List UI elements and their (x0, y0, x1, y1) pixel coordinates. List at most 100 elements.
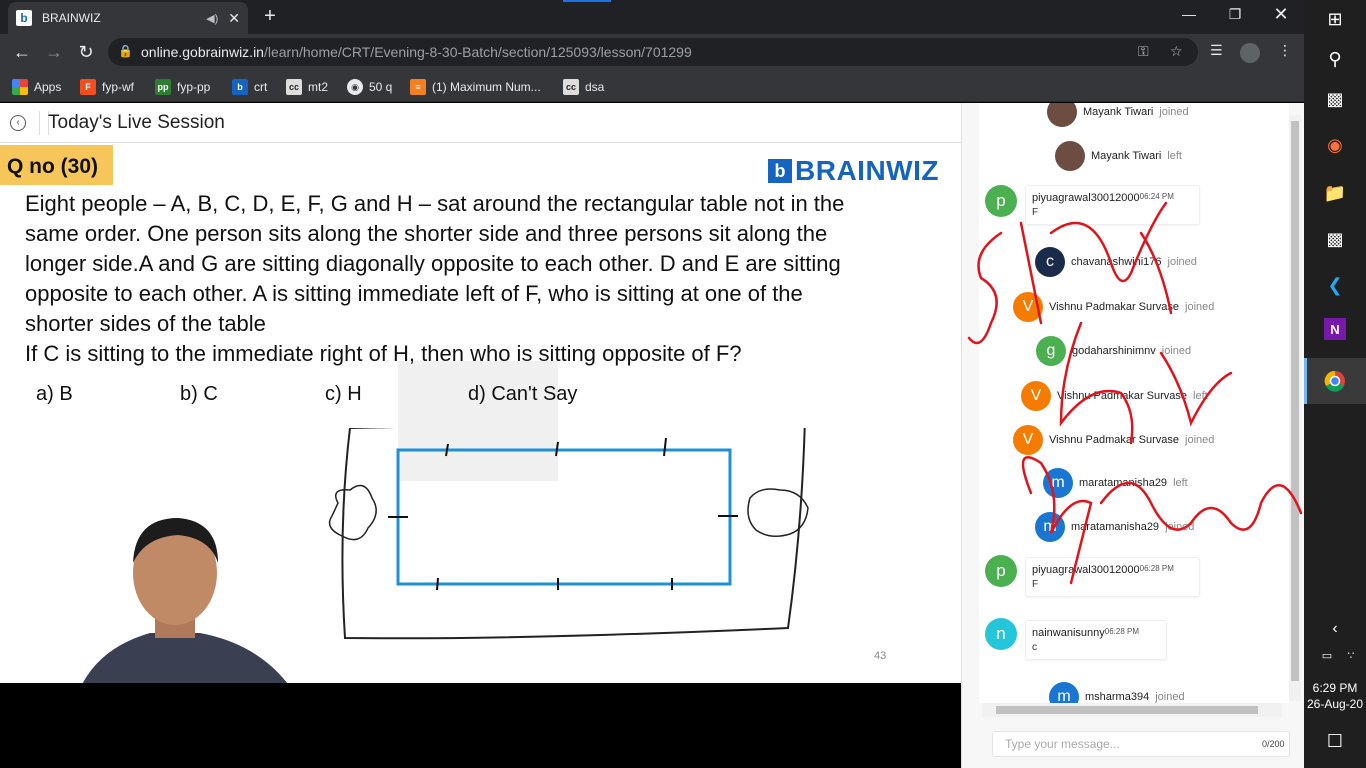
chat-event: V Vishnu Padmakar Survase left (1021, 381, 1208, 411)
outer-outline (341, 428, 806, 640)
close-window-button[interactable]: ✕ (1258, 0, 1304, 30)
chat-message: nainwanisunny06:28 PM c (1025, 620, 1167, 660)
bookmark-dsa[interactable]: cc dsa (563, 78, 604, 96)
system-clock[interactable]: 6:29 PM 26-Aug-20 (1304, 680, 1366, 712)
brainwiz-bookmark-icon: b (232, 79, 248, 95)
globe-icon: ◉ (347, 79, 363, 95)
profile-avatar[interactable] (1240, 43, 1260, 63)
key-icon[interactable]: ⚿ (1138, 43, 1149, 60)
chat-event: g godaharshinimnv joined (1036, 336, 1191, 366)
media-control-icon[interactable]: ☰ (1210, 42, 1223, 59)
tab-strip: b BRAINWIZ ◀) ✕ + — ❐ ✕ (0, 0, 1304, 34)
lecture-slide: Q no (30) b BRAINWIZ Eight people – A, B… (0, 143, 961, 683)
lock-icon: 🔒 (118, 44, 133, 58)
chat-event: V Vishnu Padmakar Survase joined (1013, 425, 1214, 455)
cc-icon: cc (286, 79, 302, 95)
maximize-button[interactable]: ❐ (1212, 0, 1258, 30)
user-avatar: n (985, 618, 1017, 650)
page-content: ‹ ​Today's Live Session Q no (30) b BRAI… (0, 103, 1304, 768)
bookmark-maximum-num[interactable]: ≡ (1) Maximum Num... (410, 78, 541, 96)
pp-icon: pp (155, 79, 171, 95)
question-line: shorter sides of the table (25, 311, 266, 336)
chat-event: m msharma394 joined (1049, 682, 1185, 703)
bookmark-apps[interactable]: Apps (12, 78, 61, 96)
user-avatar (1055, 141, 1085, 171)
chat-event: V Vishnu Padmakar Survase joined (1013, 292, 1214, 322)
chat-message: piyuagrawal3001200006:28 PM F (1025, 557, 1200, 597)
file-explorer-icon[interactable]: 📁 (1320, 178, 1350, 208)
seat-mark (436, 577, 439, 591)
user-avatar (1047, 103, 1077, 127)
option-c: c) H (325, 383, 362, 405)
chat-event: c chavanashwini176 joined (1035, 247, 1197, 277)
right-scribble (747, 488, 809, 537)
star-icon[interactable]: ☆ (1170, 43, 1183, 60)
menu-dots-icon[interactable]: ⋮ (1278, 42, 1292, 59)
browser-toolbar: ← → ↻ 🔒 online.gobrainwiz.in/learn/home/… (0, 34, 1304, 70)
seat-mark (663, 437, 667, 457)
bookmark-fyp-pp[interactable]: pp fyp-pp (155, 78, 210, 96)
onenote-icon[interactable]: N (1324, 318, 1346, 340)
firefox-icon[interactable]: ◉ (1320, 130, 1350, 160)
bookmarks-bar: Apps Ffyp-wf pp fyp-pp b crt cc mt2 ◉ 50 q ≡… (0, 70, 1304, 102)
vscode-icon[interactable]: ❮ (1320, 270, 1350, 300)
tab-audio-icon[interactable]: ◀) (206, 12, 218, 25)
question-ask: If C is sitting to the immediate right o… (25, 341, 742, 366)
left-scribble (328, 484, 377, 541)
brainwiz-logo-icon: b (768, 159, 792, 183)
chat-vertical-scrollbar[interactable] (1289, 115, 1301, 701)
option-b: b) C (180, 383, 218, 405)
scroll-thumb[interactable] (1291, 121, 1299, 681)
browser-tab[interactable]: b BRAINWIZ ◀) ✕ (8, 2, 248, 34)
tab-title: BRAINWIZ (42, 11, 101, 25)
presenter-video (82, 518, 288, 683)
task-view-icon[interactable]: ▩ (1320, 84, 1350, 114)
windows-start-icon[interactable]: ⊞ (1320, 4, 1350, 34)
chat-horizontal-scrollbar[interactable] (982, 703, 1282, 717)
notification-icon[interactable]: ☐ (1320, 726, 1350, 756)
terminal-icon[interactable]: ▩ (1320, 224, 1350, 254)
chat-event: m maratamanisha29 left (1043, 468, 1188, 498)
figma-icon: F (80, 79, 96, 95)
chat-messages[interactable]: Mayank Tiwari joined Mayank Tiwari left p … (979, 103, 1289, 703)
new-tab-button[interactable]: + (258, 4, 282, 28)
slide-page-number: 43 (874, 650, 887, 662)
bookmark-mt2[interactable]: cc mt2 (286, 78, 328, 96)
wifi-icon[interactable]: ∵ (1336, 640, 1366, 670)
bookmark-50q[interactable]: ◉ 50 q (347, 78, 392, 96)
address-bar[interactable]: 🔒 online.gobrainwiz.in/learn/home/CRT/Ev… (108, 38, 1198, 66)
minimize-button[interactable]: — (1166, 0, 1212, 30)
brainwiz-favicon-icon: b (16, 10, 32, 26)
question-text: Eight people – A, B, C, D, E, F, G and H… (25, 189, 925, 339)
user-avatar: p (985, 555, 1017, 587)
question-line: opposite to each other. A is sitting imm… (25, 281, 803, 306)
option-a: a) B (36, 383, 73, 405)
back-circle-icon[interactable]: ‹ (10, 115, 26, 131)
forward-arrow-icon[interactable]: → (42, 40, 66, 64)
reload-icon[interactable]: ↻ (74, 40, 98, 64)
scroll-thumb[interactable] (996, 706, 1258, 714)
bookmark-crt[interactable]: b crt (232, 78, 267, 96)
apps-grid-icon (12, 79, 28, 95)
question-line: same order. One person sits along the sh… (25, 221, 828, 246)
cc-icon: cc (563, 79, 579, 95)
option-d: d) Can't Say (468, 383, 578, 405)
question-line: Eight people – A, B, C, D, E, F, G and H… (25, 191, 845, 216)
chat-message: piyuagrawal3001200006:24 PM F (1025, 185, 1200, 225)
seating-diagram (328, 428, 809, 640)
page-title: ​Today's Live Session (39, 111, 225, 135)
chat-message-input[interactable]: Type your message... (992, 731, 1290, 757)
bookmark-fyp-wf[interactable]: Ffyp-wf (80, 78, 134, 96)
chrome-icon[interactable] (1320, 366, 1350, 396)
search-icon[interactable]: ⚲ (1320, 44, 1350, 74)
chat-panel: Mayank Tiwari joined Mayank Tiwari left p … (961, 103, 1304, 768)
table-rectangle (396, 448, 732, 586)
seat-mark (555, 441, 559, 457)
user-avatar: p (985, 185, 1017, 217)
tab-close-icon[interactable]: ✕ (228, 10, 240, 27)
chat-event: m maratamanisha29 joined (1035, 512, 1194, 542)
tab-strip-indicator (563, 0, 611, 2)
chat-event: Mayank Tiwari joined (1047, 103, 1189, 127)
char-counter: 0/200 (1262, 739, 1285, 749)
back-arrow-icon[interactable]: ← (10, 40, 34, 64)
